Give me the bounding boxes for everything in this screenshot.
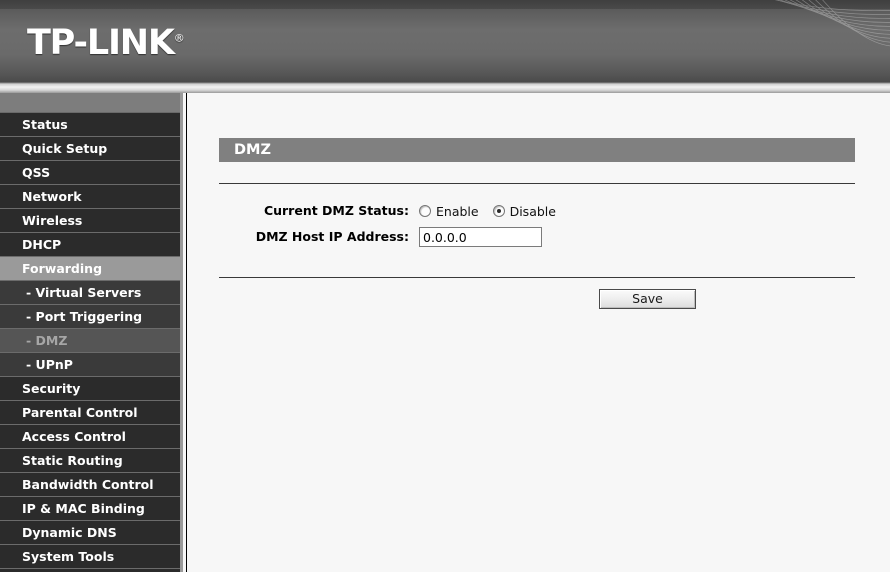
dmz-host-ip-control <box>419 224 542 250</box>
sidebar-item-parental-control[interactable]: Parental Control <box>0 401 180 425</box>
sidebar-item-port-triggering[interactable]: - Port Triggering <box>0 305 180 329</box>
radio-disable-label: Disable <box>509 203 556 219</box>
main-content: DMZ Current DMZ Status: Enable Disable DM… <box>186 93 890 572</box>
dmz-status-option-disable[interactable]: Disable <box>492 203 556 219</box>
logo-text: TP-LINK <box>27 23 175 63</box>
radio-enable-icon[interactable] <box>419 205 431 217</box>
sidebar-item-system-tools[interactable]: System Tools <box>0 545 180 569</box>
sidebar-item-access-control[interactable]: Access Control <box>0 425 180 449</box>
tplink-logo: TP-LINK® <box>27 26 185 61</box>
sidebar-item-security[interactable]: Security <box>0 377 180 401</box>
dmz-status-option-enable[interactable]: Enable <box>419 204 479 219</box>
sidebar-item-bandwidth-control[interactable]: Bandwidth Control <box>0 473 180 497</box>
sidebar-item-qss[interactable]: QSS <box>0 161 180 185</box>
radio-enable-label: Enable <box>436 203 479 219</box>
sidebar-top-cap <box>0 93 180 113</box>
sidebar-item-quick-setup[interactable]: Quick Setup <box>0 137 180 161</box>
sidebar-menu: Status Quick Setup QSS Network Wireless DHCP F… <box>0 113 180 569</box>
dmz-status-row: Current DMZ Status: Enable Disable <box>219 198 855 224</box>
sidebar-nav: Status Quick Setup QSS Network Wireless DHCP F… <box>0 93 183 572</box>
sidebar-item-wireless[interactable]: Wireless <box>0 209 180 233</box>
sidebar-item-network[interactable]: Network <box>0 185 180 209</box>
sidebar-item-dhcp[interactable]: DHCP <box>0 233 180 257</box>
sidebar-item-forwarding[interactable]: Forwarding <box>0 257 180 281</box>
save-button[interactable]: Save <box>599 289 696 309</box>
page-header: TP-LINK® <box>0 0 890 93</box>
header-swoosh-decoration <box>690 0 890 60</box>
sidebar-item-virtual-servers[interactable]: - Virtual Servers <box>0 281 180 305</box>
dmz-host-ip-row: DMZ Host IP Address: <box>219 224 855 250</box>
sidebar-item-ip-mac-binding[interactable]: IP & MAC Binding <box>0 497 180 521</box>
registered-trademark-icon: ® <box>173 31 185 45</box>
divider-bottom <box>219 277 855 278</box>
router-admin-page: TP-LINK® Status Quick Setup QSS Network Wire… <box>0 0 890 572</box>
dmz-host-ip-input[interactable] <box>419 227 542 247</box>
dmz-status-control: Enable Disable <box>419 198 570 224</box>
page-title: DMZ <box>219 138 855 162</box>
dmz-status-radio-group[interactable]: Enable Disable <box>419 204 570 219</box>
divider-top <box>219 183 855 184</box>
sidebar-item-status[interactable]: Status <box>0 113 180 137</box>
sidebar-item-static-routing[interactable]: Static Routing <box>0 449 180 473</box>
dmz-host-ip-label: DMZ Host IP Address: <box>255 229 409 244</box>
sidebar-item-upnp[interactable]: - UPnP <box>0 353 180 377</box>
radio-disable-icon[interactable] <box>492 205 505 217</box>
dmz-status-label: Current DMZ Status: <box>263 203 409 218</box>
sidebar-item-dynamic-dns[interactable]: Dynamic DNS <box>0 521 180 545</box>
sidebar-item-dmz[interactable]: - DMZ <box>0 329 180 353</box>
